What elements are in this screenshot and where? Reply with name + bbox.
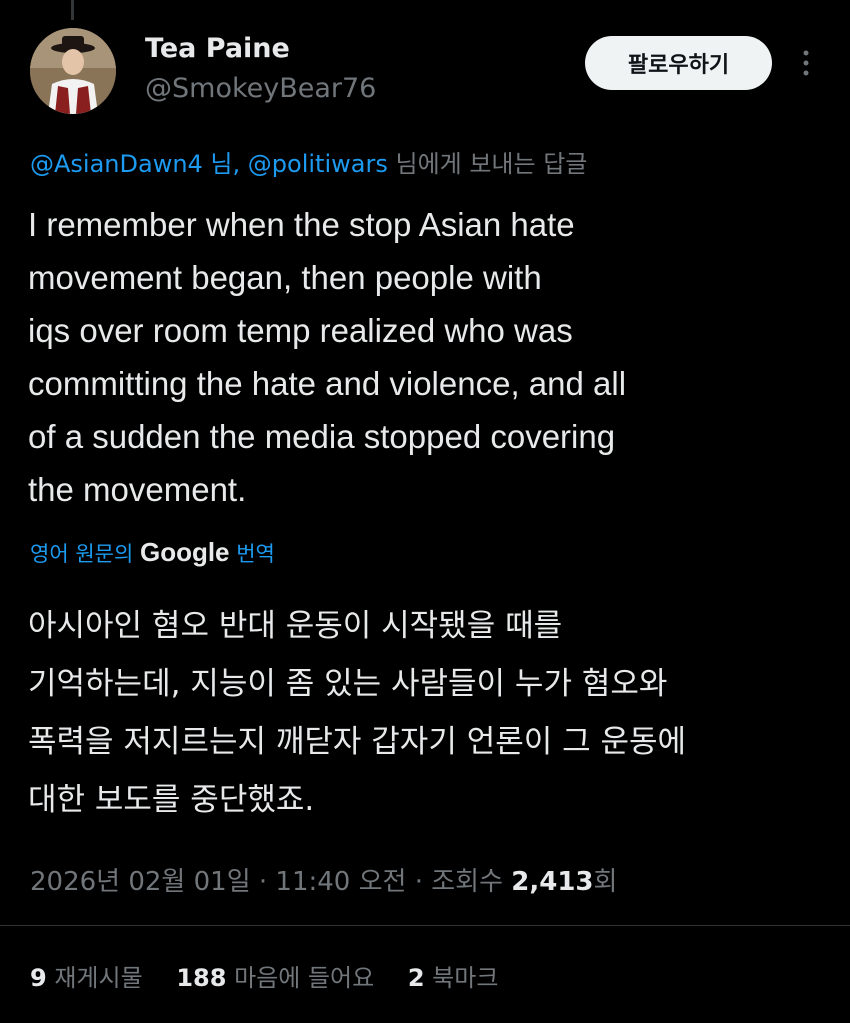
thread-connector [71,0,74,20]
tweet-line: iqs over room temp realized who was [28,312,573,349]
translation-attribution[interactable]: 영어 원문의 Google 번역 [30,537,275,568]
view-suffix: 회 [593,867,618,897]
mention-asiandawn4[interactable]: @AsianDawn4 님, [30,150,240,178]
retweets-count: 9 [30,964,47,992]
likes-label: 마음에 들어요 [234,964,375,992]
more-vertical-icon[interactable] [798,48,814,80]
tweet-line: I remember when the stop Asian hate [28,206,575,243]
tweet-line: of a sudden the media stopped covering [28,418,616,455]
bookmarks-label: 북마크 [432,964,499,992]
bookmarks-count: 2 [407,964,425,992]
engagement-stats: 9 재게시물 188 마음에 들어요 2 북마크 [30,958,524,993]
mention-politiwars[interactable]: @politiwars [248,150,388,178]
google-logo-text: Google [139,537,230,567]
tweet-line: movement began, then people with [28,259,542,296]
author-handle[interactable]: @SmokeyBear76 [145,73,376,104]
view-count: 2,413 [511,867,594,897]
translated-line: 기억하는데, 지능이 좀 있는 사람들이 누가 혐오와 [28,666,668,702]
translated-text: 아시아인 혐오 반대 운동이 시작됐을 때를 기억하는데, 지능이 좀 있는 사… [28,597,828,829]
translated-line: 아시아인 혐오 반대 운동이 시작됐을 때를 [28,608,563,644]
reply-context: @AsianDawn4 님, @politiwars 님에게 보내는 답글 [30,144,587,179]
translation-suffix: 번역 [236,542,275,566]
translated-line: 대한 보도를 중단했죠. [28,782,315,818]
translated-line: 폭력을 저지르는지 깨닫자 갑자기 언론이 그 운동에 [28,724,687,760]
tweet-text: I remember when the stop Asian hate move… [28,198,828,516]
retweets-label: 재게시물 [54,964,143,992]
bookmarks-stat[interactable]: 2 북마크 [408,964,499,992]
timestamp[interactable]: 2026년 02월 01일 · 11:40 오전 · 조회수 [30,867,503,897]
avatar[interactable] [30,28,116,114]
author-name[interactable]: Tea Paine [145,33,290,64]
profile-photo-icon [30,28,116,114]
tweet-line: committing the hate and violence, and al… [28,365,627,402]
tweet-metadata: 2026년 02월 01일 · 11:40 오전 · 조회수 2,413회 [30,861,617,898]
retweets-stat[interactable]: 9 재게시물 [30,964,143,992]
reply-suffix: 님에게 보내는 답글 [395,150,588,178]
tweet-line: the movement. [28,471,247,508]
likes-stat[interactable]: 188 마음에 들어요 [176,964,374,992]
translation-prefix: 영어 원문의 [30,542,134,566]
likes-count: 188 [176,964,227,992]
divider [0,925,850,926]
follow-button[interactable]: 팔로우하기 [585,36,772,90]
